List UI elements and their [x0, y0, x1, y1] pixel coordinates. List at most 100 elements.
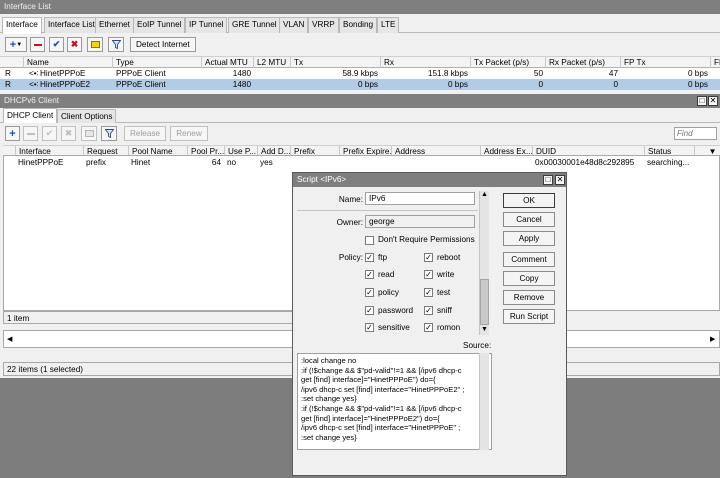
- tab-vlan[interactable]: VLAN: [279, 17, 309, 33]
- policy-password-checkbox[interactable]: ✓: [365, 306, 374, 315]
- tab-client-options[interactable]: Client Options: [57, 109, 117, 123]
- run-script-button[interactable]: Run Script: [503, 309, 555, 324]
- tab-gre-tunnel[interactable]: GRE Tunnel: [228, 17, 281, 33]
- scroll-right-icon[interactable]: ▶: [710, 335, 715, 343]
- comment-button[interactable]: [81, 126, 97, 141]
- table-row[interactable]: R <•> HinetPPPoE PPPoE Client 1480 58.9 …: [0, 68, 720, 79]
- name-field[interactable]: IPv6: [365, 192, 475, 205]
- policy-romon-checkbox[interactable]: ✓: [424, 323, 433, 332]
- copy-button[interactable]: Copy: [503, 271, 555, 286]
- col-flag[interactable]: [0, 57, 24, 68]
- dont-require-permissions-checkbox[interactable]: [365, 236, 374, 245]
- policy-reboot-checkbox[interactable]: ✓: [424, 253, 433, 262]
- scroll-down-icon[interactable]: ▼: [481, 326, 488, 333]
- form-scrollbar[interactable]: ▲ ▼: [479, 191, 489, 335]
- filter-button[interactable]: [108, 37, 124, 52]
- add-button[interactable]: + ▼: [5, 37, 27, 52]
- dhcp-toolbar: + ✔ ✖ Release Renew: [0, 123, 720, 143]
- comment-button[interactable]: Comment: [503, 252, 555, 267]
- tab-lte[interactable]: LTE: [377, 17, 400, 33]
- scroll-thumb[interactable]: [480, 279, 489, 325]
- tab-bonding[interactable]: Bonding: [339, 17, 378, 33]
- tab-dhcp-client[interactable]: DHCP Client: [3, 108, 58, 123]
- comment-icon: [90, 41, 100, 48]
- ok-button[interactable]: OK: [503, 193, 555, 208]
- policy-reboot-label: reboot: [437, 253, 461, 262]
- policy-test-checkbox[interactable]: ✓: [424, 288, 433, 297]
- interface-list-title: Interface List: [0, 0, 720, 14]
- row-add-default: yes: [260, 158, 273, 167]
- tab-eoip-tunnel[interactable]: EoIP Tunnel: [133, 17, 186, 33]
- policy-sensitive-label: sensitive: [378, 323, 410, 332]
- policy-read-checkbox[interactable]: ✓: [365, 270, 374, 279]
- col-actual-mtu[interactable]: Actual MTU: [202, 57, 254, 68]
- filter-icon: [104, 129, 114, 138]
- tab-ethernet[interactable]: Ethernet: [95, 17, 134, 33]
- add-button[interactable]: +: [5, 126, 20, 141]
- tab-interface[interactable]: Interface: [2, 17, 42, 34]
- col-rx-packet[interactable]: Rx Packet (p/s): [546, 57, 621, 68]
- col-tx[interactable]: Tx: [291, 57, 381, 68]
- renew-button[interactable]: Renew: [170, 126, 208, 141]
- row-name: HinetPPPoE: [40, 69, 86, 78]
- col-tx-packet[interactable]: Tx Packet (p/s): [471, 57, 546, 68]
- comment-button[interactable]: [87, 37, 103, 52]
- col-l2-mtu[interactable]: L2 MTU: [254, 57, 291, 68]
- row-status: searching...: [647, 158, 690, 167]
- row-type: PPPoE Client: [116, 69, 166, 78]
- scroll-left-icon[interactable]: ◀: [7, 335, 12, 343]
- filter-button[interactable]: [101, 126, 117, 141]
- enable-button[interactable]: ✔: [42, 126, 57, 141]
- row-type: PPPoE Client: [116, 80, 166, 89]
- find-input[interactable]: [674, 127, 717, 140]
- close-icon[interactable]: ✕: [555, 175, 565, 185]
- col-rx[interactable]: Rx: [381, 57, 471, 68]
- remove-button[interactable]: [23, 126, 38, 141]
- enable-button[interactable]: ✔: [49, 37, 64, 52]
- col-fp[interactable]: FP: [711, 57, 720, 68]
- maximize-icon[interactable]: □: [543, 175, 553, 185]
- close-icon[interactable]: ✕: [708, 96, 718, 106]
- policy-sensitive-checkbox[interactable]: ✓: [365, 323, 374, 332]
- policy-ftp-checkbox[interactable]: ✓: [365, 253, 374, 262]
- owner-label: Owner:: [336, 218, 363, 227]
- policy-sniff-checkbox[interactable]: ✓: [424, 306, 433, 315]
- row-mtu: 1480: [232, 80, 251, 89]
- chevron-down-icon: ▼: [16, 41, 23, 48]
- item-count-status: 1 item: [3, 311, 293, 324]
- col-name[interactable]: Name: [24, 57, 113, 68]
- row-flag: R: [5, 69, 11, 78]
- row-pool-name: Hinet: [131, 158, 151, 167]
- row-rx: 151.8 kbps: [427, 69, 468, 78]
- source-editor[interactable]: :local change no :if (!$change && $"pd-v…: [297, 353, 492, 450]
- col-type[interactable]: Type: [113, 57, 202, 68]
- policy-policy-label: policy: [378, 288, 399, 297]
- row-tx-packet: 0: [538, 80, 543, 89]
- tab-interface-list[interactable]: Interface List: [44, 17, 99, 33]
- col-fp-tx[interactable]: FP Tx: [621, 57, 711, 68]
- owner-field[interactable]: george: [365, 215, 475, 228]
- disable-button[interactable]: ✖: [61, 126, 76, 141]
- maximize-icon[interactable]: □: [697, 96, 707, 106]
- remove-button[interactable]: [30, 37, 45, 52]
- release-button[interactable]: Release: [124, 126, 166, 141]
- interface-toolbar: + ▼ ✔ ✖ Detect Internet: [0, 34, 720, 54]
- minus-icon: [33, 43, 42, 46]
- policy-policy-checkbox[interactable]: ✓: [365, 288, 374, 297]
- source-scrollbar[interactable]: [479, 353, 489, 450]
- apply-button[interactable]: Apply: [503, 231, 555, 246]
- scroll-up-icon[interactable]: ▲: [481, 191, 488, 198]
- table-row[interactable]: HinetPPPoE prefix Hinet 64 no yes 0x0003…: [4, 157, 719, 168]
- remove-script-button[interactable]: Remove: [503, 290, 555, 305]
- disable-button[interactable]: ✖: [67, 37, 82, 52]
- cancel-button[interactable]: Cancel: [503, 212, 555, 227]
- dont-require-permissions-label: Don't Require Permissions: [378, 235, 475, 244]
- row-pool-prefix: 64: [211, 158, 221, 167]
- tab-ip-tunnel[interactable]: IP Tunnel: [185, 17, 228, 33]
- detect-internet-button[interactable]: Detect Internet: [130, 37, 196, 52]
- row-tx: 58.9 kbps: [342, 69, 378, 78]
- tab-vrrp[interactable]: VRRP: [308, 17, 339, 33]
- interface-table-header: Name Type Actual MTU L2 MTU Tx Rx Tx Pac…: [0, 56, 720, 68]
- policy-write-checkbox[interactable]: ✓: [424, 270, 433, 279]
- table-row-selected[interactable]: R <•> HinetPPPoE2 PPPoE Client 1480 0 bp…: [0, 79, 720, 90]
